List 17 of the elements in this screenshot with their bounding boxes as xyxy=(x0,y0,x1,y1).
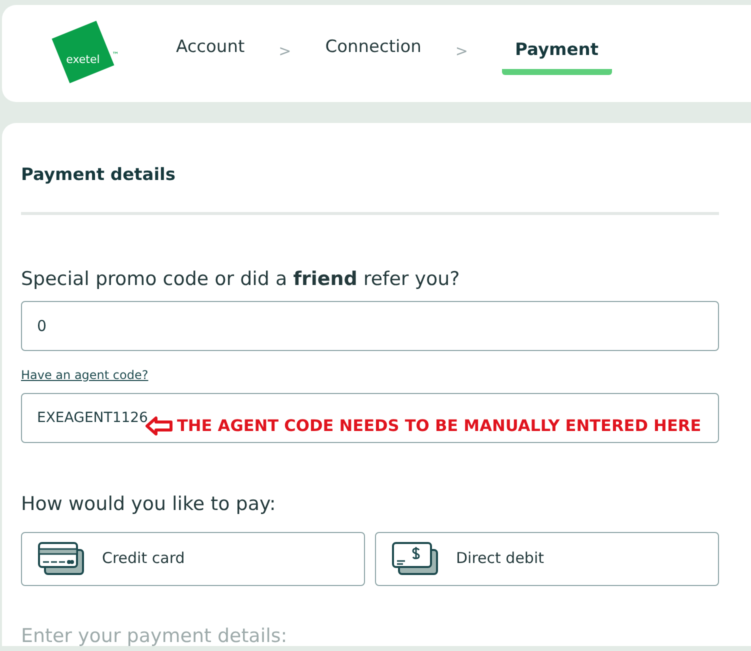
agent-code-link[interactable]: Have an agent code? xyxy=(21,366,148,384)
section-title: Payment details xyxy=(21,164,176,187)
annotation-text: THE AGENT CODE NEEDS TO BE MANUALLY ENTERED HERE xyxy=(177,415,702,437)
field-label: Special promo code or did a friend refer you? xyxy=(21,266,461,292)
payment-question: How would you like to pay: xyxy=(21,492,277,517)
promo-field[interactable]: 0 xyxy=(21,301,719,351)
payment-option[interactable]: Direct debit xyxy=(375,532,719,586)
cash-note-icon xyxy=(392,542,440,576)
step-separator: > xyxy=(278,40,292,62)
credit-card-icon xyxy=(38,542,86,576)
step-tab[interactable]: Payment xyxy=(502,32,612,75)
payment-option[interactable]: Credit card xyxy=(21,532,365,586)
step-tab[interactable]: Account xyxy=(176,29,245,78)
left-arrow-icon xyxy=(145,416,173,436)
step-tab[interactable]: Connection xyxy=(325,29,422,78)
section-heading: Enter your payment details: xyxy=(21,624,288,646)
step-separator: > xyxy=(455,40,468,62)
